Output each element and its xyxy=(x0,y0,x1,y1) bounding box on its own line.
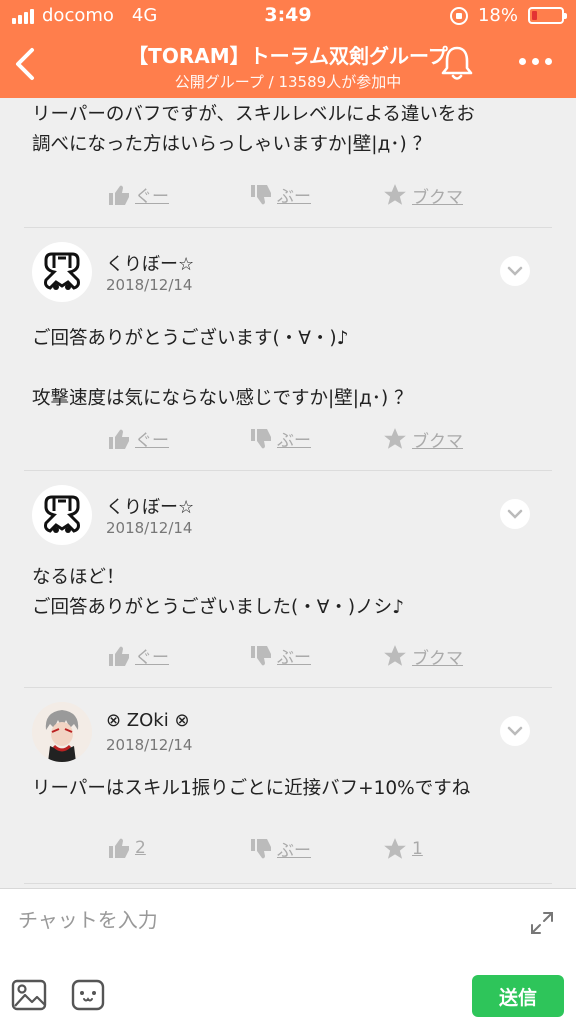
post-date: 2018/12/14 xyxy=(106,276,193,294)
thumbs-down-icon xyxy=(251,645,271,665)
like-count: 2 xyxy=(135,838,146,858)
dislike-label: ぶー xyxy=(277,431,311,451)
star-icon xyxy=(384,838,406,859)
chevron-down-icon xyxy=(507,266,523,276)
avatar[interactable] xyxy=(32,485,92,545)
bookmark-label: ブクマ xyxy=(412,187,463,208)
like-label: ぐー xyxy=(135,648,169,668)
image-attach-button[interactable] xyxy=(10,978,48,1012)
bottom-toolbar: 送信 xyxy=(0,948,576,1024)
thumbs-up-icon xyxy=(109,185,129,205)
comment-body: なるほど！ ご回答ありがとうございました(・∀・)ノシ♪ xyxy=(32,567,404,618)
comment-card: くりぼー☆ 2018/12/14 ご回答ありがとうございます(・∀・)♪ 攻撃速… xyxy=(24,228,552,471)
thumbs-down-icon xyxy=(251,428,271,448)
bell-icon xyxy=(441,46,473,80)
chevron-down-icon xyxy=(507,509,523,519)
star-icon xyxy=(384,645,406,666)
star-icon xyxy=(384,184,406,205)
dislike-button[interactable]: ぶー xyxy=(249,182,311,207)
like-button[interactable]: 2 xyxy=(107,836,146,860)
sticker-button[interactable] xyxy=(70,978,106,1012)
like-button[interactable]: ぐー xyxy=(107,426,169,451)
username: くりぼー☆ xyxy=(106,497,195,518)
comment-body: リーパーはスキル1振りごとに近接バフ+10%ですね xyxy=(32,778,471,799)
dislike-button[interactable]: ぶー xyxy=(249,836,311,861)
send-button[interactable]: 送信 xyxy=(472,975,564,1017)
expand-input-button[interactable] xyxy=(528,909,556,937)
image-icon xyxy=(11,979,47,1011)
comment-list[interactable]: リーパーのバフですが、スキルレベルによる違いをお 調べになった方はいらっしゃいま… xyxy=(0,98,576,888)
comment-body: リーパーのバフですが、スキルレベルによる違いをお 調べになった方はいらっしゃいま… xyxy=(32,104,475,155)
thumbs-down-icon xyxy=(251,184,271,204)
dislike-label: ぶー xyxy=(277,841,311,861)
comment-card: ⊗ ZOki ⊗ 2018/12/14 リーパーはスキル1振りごとに近接バフ+1… xyxy=(24,688,552,884)
thumbs-up-icon xyxy=(109,646,129,666)
back-chevron-icon xyxy=(16,48,34,80)
dislike-button[interactable]: ぶー xyxy=(249,643,311,668)
knight-emblem-icon xyxy=(33,243,91,301)
dislike-label: ぶー xyxy=(277,648,311,668)
status-bar: docomo 4G 3:49 18% xyxy=(0,0,576,32)
like-button[interactable]: ぐー xyxy=(107,182,169,207)
bookmark-label: ブクマ xyxy=(412,431,463,452)
thumbs-down-icon xyxy=(251,838,271,858)
chevron-down-icon xyxy=(507,726,523,736)
bookmark-button[interactable]: ブクマ xyxy=(382,426,463,452)
more-dots-icon xyxy=(518,57,526,65)
battery-percent: 18% xyxy=(477,5,518,26)
comment-card: くりぼー☆ 2018/12/14 なるほど！ ご回答ありがとうございました(・∀… xyxy=(24,471,552,688)
comment-card: リーパーのバフですが、スキルレベルによる違いをお 調べになった方はいらっしゃいま… xyxy=(24,98,552,228)
knight-emblem-icon xyxy=(33,486,91,544)
chat-input-bar xyxy=(0,888,576,948)
dislike-button[interactable]: ぶー xyxy=(249,426,311,451)
like-label: ぐー xyxy=(135,431,169,451)
comment-menu-button[interactable] xyxy=(500,499,530,529)
username: くりぼー☆ xyxy=(106,254,195,275)
expand-arrows-icon xyxy=(531,912,553,934)
bookmark-button[interactable]: ブクマ xyxy=(382,643,463,669)
thumbs-up-icon xyxy=(109,838,129,858)
comment-menu-button[interactable] xyxy=(500,256,530,286)
like-label: ぐー xyxy=(135,187,169,207)
more-options-button[interactable] xyxy=(510,46,560,76)
battery-icon xyxy=(528,7,567,24)
notification-button[interactable] xyxy=(436,42,478,84)
comment-body: ご回答ありがとうございます(・∀・)♪ 攻撃速度は気にならない感じですか|壁|д… xyxy=(32,328,413,409)
bookmark-label: ブクマ xyxy=(412,648,463,669)
sticker-face-icon xyxy=(71,979,105,1011)
avatar[interactable] xyxy=(32,242,92,302)
bookmark-button[interactable]: 1 xyxy=(382,836,423,862)
star-icon xyxy=(384,428,406,449)
comment-menu-button[interactable] xyxy=(500,716,530,746)
bookmark-count: 1 xyxy=(412,839,423,859)
character-portrait-icon xyxy=(32,702,92,762)
back-button[interactable] xyxy=(8,40,48,88)
post-date: 2018/12/14 xyxy=(106,736,193,754)
bookmark-button[interactable]: ブクマ xyxy=(382,182,463,208)
like-button[interactable]: ぐー xyxy=(107,643,169,668)
orientation-lock-icon xyxy=(449,6,468,25)
chat-input[interactable] xyxy=(18,903,508,937)
avatar[interactable] xyxy=(32,702,92,762)
post-date: 2018/12/14 xyxy=(106,519,193,537)
app-header: docomo 4G 3:49 18% 【TORAM】トーラム双剣グループ 公開グ… xyxy=(0,0,576,98)
thumbs-up-icon xyxy=(109,429,129,449)
username: ⊗ ZOki ⊗ xyxy=(106,710,190,731)
dislike-label: ぶー xyxy=(277,187,311,207)
